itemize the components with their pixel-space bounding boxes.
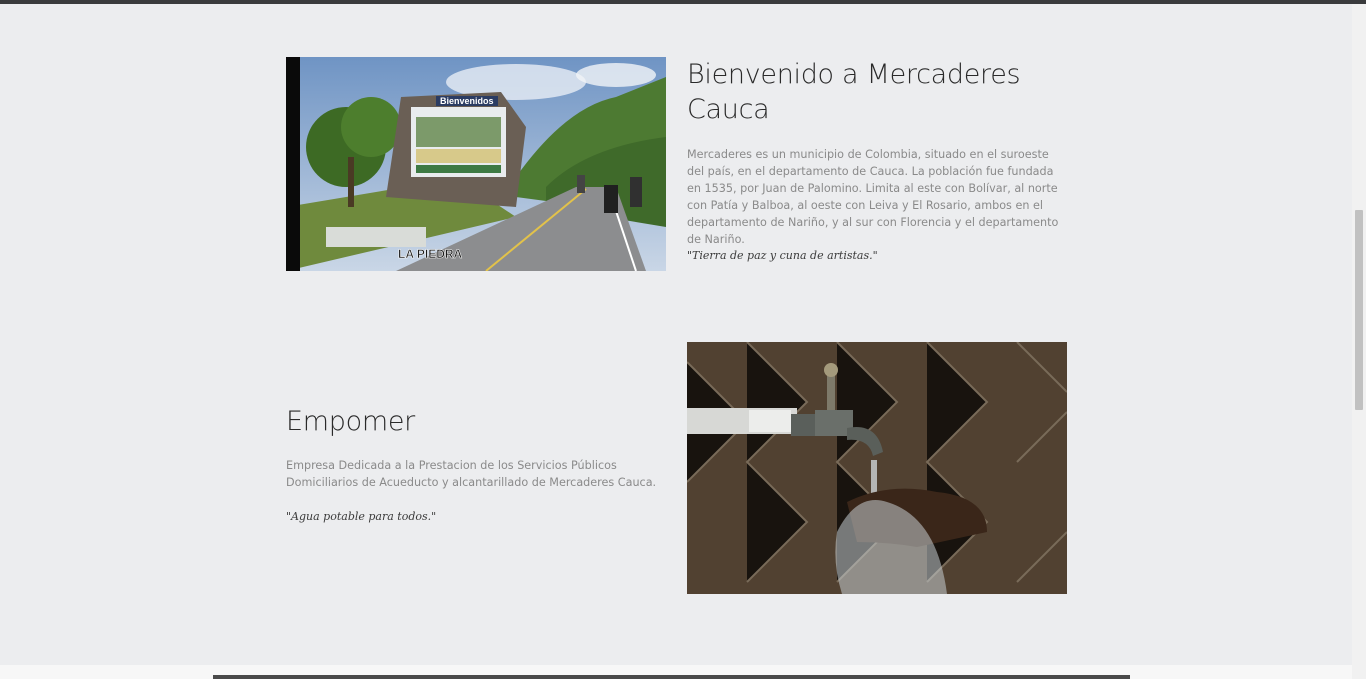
mercaderes-welcome-image: Bienvenidos LA PIEDRA (286, 57, 666, 271)
section-quote-empomer: "Agua potable para todos." (286, 510, 437, 523)
scrollbar-thumb[interactable] (1355, 210, 1363, 410)
browser-top-bar (0, 0, 1366, 4)
section-body-empomer: Empresa Dedicada a la Prestacion de los … (286, 459, 657, 489)
section-quote-mercaderes: "Tierra de paz y cuna de artistas." (687, 249, 878, 262)
water-tap-image (687, 342, 1067, 594)
image-caption: LA PIEDRA (398, 247, 463, 262)
water-tap-illustration (687, 342, 1067, 594)
sign-title: Bienvenidos (436, 96, 498, 106)
welcome-road-illustration (286, 57, 666, 271)
section-title-mercaderes: Bienvenido a Mercaderes Cauca (687, 59, 1021, 125)
horizontal-scrollbar-thumb[interactable] (213, 675, 1130, 679)
section-body-mercaderes: Mercaderes es un municipio de Colombia, … (687, 148, 1059, 246)
section-title-empomer: Empomer (286, 406, 415, 437)
